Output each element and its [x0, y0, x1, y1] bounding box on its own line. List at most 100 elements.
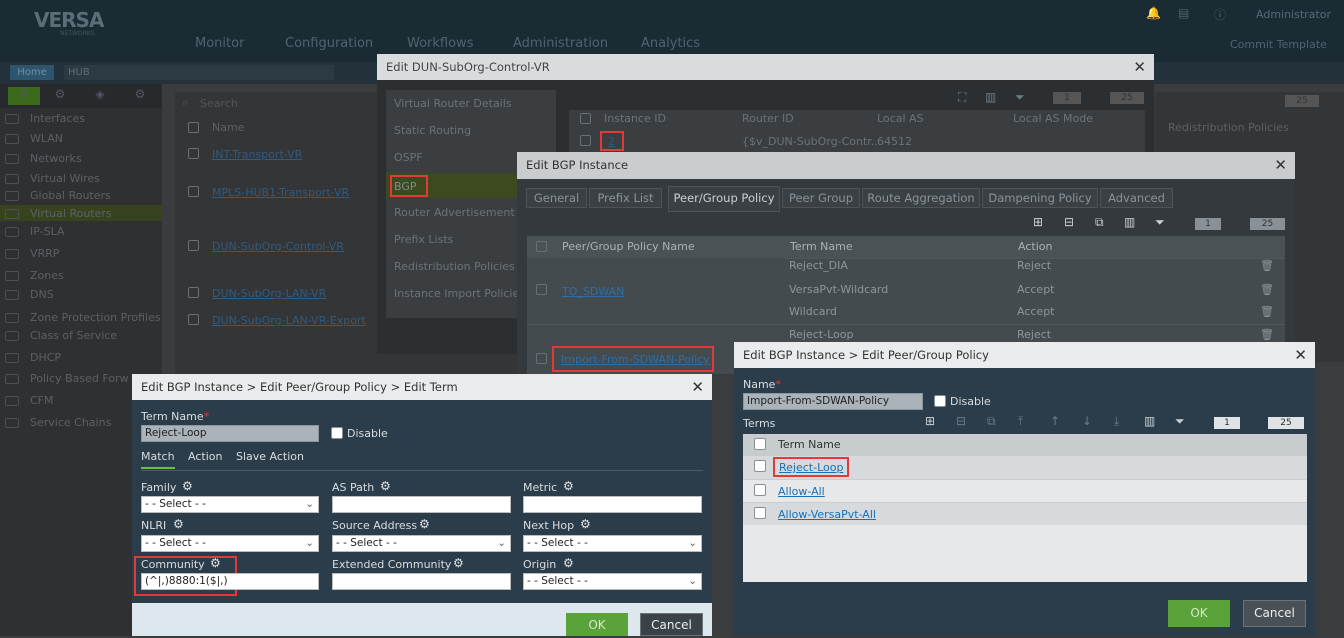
gear-icon[interactable]: ⚙ — [563, 556, 574, 570]
alarm-bell-icon[interactable]: 🔔 — [1146, 6, 1161, 20]
select-all-checkbox[interactable] — [536, 241, 547, 252]
vr-nav-static[interactable]: Static Routing — [394, 124, 471, 137]
sidebar-item[interactable]: Networks — [30, 152, 82, 165]
tab-peer-group-policy[interactable]: Peer/Group Policy — [668, 186, 780, 212]
sidebar-item[interactable]: Class of Service — [30, 329, 117, 342]
tab-prefix-list[interactable]: Prefix List — [589, 188, 662, 208]
nlri-select[interactable]: - - Select - - ⌄ — [141, 535, 319, 552]
origin-select[interactable]: - - Select - - ⌄ — [523, 573, 702, 590]
delete-icon[interactable]: 🗑 — [1260, 259, 1274, 272]
vr-nav-prefix-lists[interactable]: Prefix Lists — [394, 233, 453, 246]
term-link-allow-all[interactable]: Allow-All — [778, 485, 825, 498]
delete-icon[interactable]: 🗑 — [1260, 305, 1274, 318]
sidebar-item[interactable]: Zones — [30, 269, 64, 282]
row-checkbox[interactable] — [754, 507, 766, 519]
columns-icon[interactable]: ▥ — [1124, 215, 1135, 229]
tab-route-aggregation[interactable]: Route Aggregation — [862, 188, 980, 208]
sidebar-item[interactable]: Virtual Routers — [30, 207, 112, 220]
vr-link[interactable]: DUN-SubOrg-LAN-VR-Export — [212, 314, 366, 327]
sidebar-item[interactable]: Interfaces — [30, 112, 85, 125]
row-checkbox[interactable] — [188, 186, 199, 197]
nav-workflows[interactable]: Workflows — [407, 36, 473, 51]
org-selector[interactable]: HUB — [64, 65, 334, 80]
sidebar-item[interactable]: IP-SLA — [30, 225, 65, 238]
sidebar-item[interactable]: Policy Based Forw — [30, 372, 129, 385]
gear-icon[interactable]: ⚙ — [419, 517, 430, 531]
sidebar-item[interactable]: DNS — [30, 288, 54, 301]
gear-icon[interactable]: ⚙ — [580, 517, 591, 531]
vr-nav-router-adv[interactable]: Router Advertisement — [394, 206, 515, 219]
vr-link[interactable]: DUN-SubOrg-LAN-VR — [212, 287, 326, 300]
vr-nav-details[interactable]: Virtual Router Details — [394, 97, 512, 110]
info-icon[interactable]: ⓘ — [1214, 6, 1226, 23]
sidebar-item[interactable]: Zone Protection Profiles — [30, 311, 161, 324]
term-link-reject-loop[interactable]: Reject-Loop — [773, 457, 849, 477]
clone-icon[interactable]: ⧉ — [1095, 215, 1104, 230]
page-size-input[interactable]: 25 — [1250, 218, 1285, 230]
sidebar-item[interactable]: Virtual Wires — [30, 172, 100, 185]
commit-template-button[interactable]: Commit Template — [1230, 38, 1327, 51]
task-list-icon[interactable]: ▤ — [1178, 6, 1189, 20]
metric-input[interactable] — [523, 496, 702, 513]
vr-link[interactable]: INT-Transport-VR — [212, 148, 302, 161]
row-checkbox[interactable] — [536, 353, 547, 364]
ok-button[interactable]: OK — [566, 613, 628, 636]
gear-icon[interactable]: ⚙ — [380, 479, 391, 493]
row-checkbox[interactable] — [188, 287, 199, 298]
columns-icon[interactable]: ▥ — [1144, 414, 1155, 428]
move-up-icon[interactable]: ↑ — [1050, 414, 1060, 428]
instance-id-link[interactable]: 2 — [600, 131, 624, 151]
columns-icon[interactable]: ▥ — [985, 90, 996, 104]
nav-monitor[interactable]: Monitor — [195, 36, 244, 51]
row-checkbox[interactable] — [754, 484, 766, 496]
search-input[interactable]: Search — [200, 97, 238, 110]
sidebar-item[interactable]: Global Routers — [30, 189, 111, 202]
nav-analytics[interactable]: Analytics — [641, 36, 700, 51]
select-all-checkbox[interactable] — [754, 438, 766, 450]
gear-icon[interactable]: ⚙ — [182, 479, 193, 493]
page-input[interactable]: 1 — [1214, 417, 1240, 429]
filter-icon[interactable]: ⏷ — [1015, 90, 1025, 105]
vr-nav-instance-import[interactable]: Instance Import Policies — [394, 287, 525, 300]
name-column-header[interactable]: Name — [212, 121, 244, 134]
tab-dampening-policy[interactable]: Dampening Policy — [982, 188, 1098, 208]
gear-tab-icon[interactable]: ⚙ — [50, 87, 70, 105]
next-hop-select[interactable]: - - Select - - ⌄ — [523, 535, 702, 552]
close-icon[interactable]: ✕ — [691, 374, 704, 400]
cancel-button[interactable]: Cancel — [640, 613, 703, 636]
move-top-icon[interactable]: ⤒ — [1018, 414, 1023, 429]
object-tab-icon[interactable]: ◈ — [90, 87, 110, 105]
disable-checkbox[interactable] — [331, 427, 343, 439]
services-tab-icon[interactable]: ⚙ — [130, 87, 150, 105]
select-all-checkbox[interactable] — [580, 113, 591, 124]
row-checkbox[interactable] — [188, 148, 199, 159]
delete-icon[interactable]: 🗑 — [1260, 283, 1274, 296]
gear-icon[interactable]: ⚙ — [210, 556, 221, 570]
disable-checkbox[interactable] — [934, 395, 946, 407]
policy-link-to-sdwan[interactable]: TO_SDWAN — [562, 285, 624, 298]
sidebar-item[interactable]: Service Chains — [30, 416, 111, 429]
vr-nav-redistribution[interactable]: Redistribution Policies — [394, 260, 515, 273]
vr-link[interactable]: MPLS-HUB1-Transport-VR — [212, 186, 349, 199]
tab-action[interactable]: Action — [188, 450, 222, 463]
close-icon[interactable]: ✕ — [1274, 152, 1287, 178]
row-checkbox[interactable] — [754, 460, 766, 472]
tab-advanced[interactable]: Advanced — [1100, 188, 1173, 208]
add-icon[interactable]: ⊞ — [925, 414, 935, 428]
policy-name-input[interactable]: Import-From-SDWAN-Policy — [743, 393, 923, 410]
sidebar-item[interactable]: VRRP — [30, 247, 59, 260]
expand-icon[interactable]: ⛶ — [958, 90, 966, 105]
source-address-select[interactable]: - - Select - - ⌄ — [332, 535, 511, 552]
close-icon[interactable]: ✕ — [1133, 54, 1146, 80]
row-checkbox[interactable] — [580, 135, 591, 146]
term-name-input[interactable]: Reject-Loop — [141, 425, 319, 442]
gear-icon[interactable]: ⚙ — [453, 556, 464, 570]
sidebar-item[interactable]: WLAN — [30, 132, 63, 145]
tab-slave-action[interactable]: Slave Action — [236, 450, 304, 463]
row-checkbox[interactable] — [188, 240, 199, 251]
policy-link-import-from-sdwan[interactable]: Import-From-SDWAN-Policy — [552, 346, 714, 372]
remove-icon[interactable]: ⊟ — [956, 414, 966, 428]
clone-icon[interactable]: ⧉ — [987, 414, 996, 429]
gear-icon[interactable]: ⚙ — [563, 479, 574, 493]
close-icon[interactable]: ✕ — [1294, 342, 1307, 368]
